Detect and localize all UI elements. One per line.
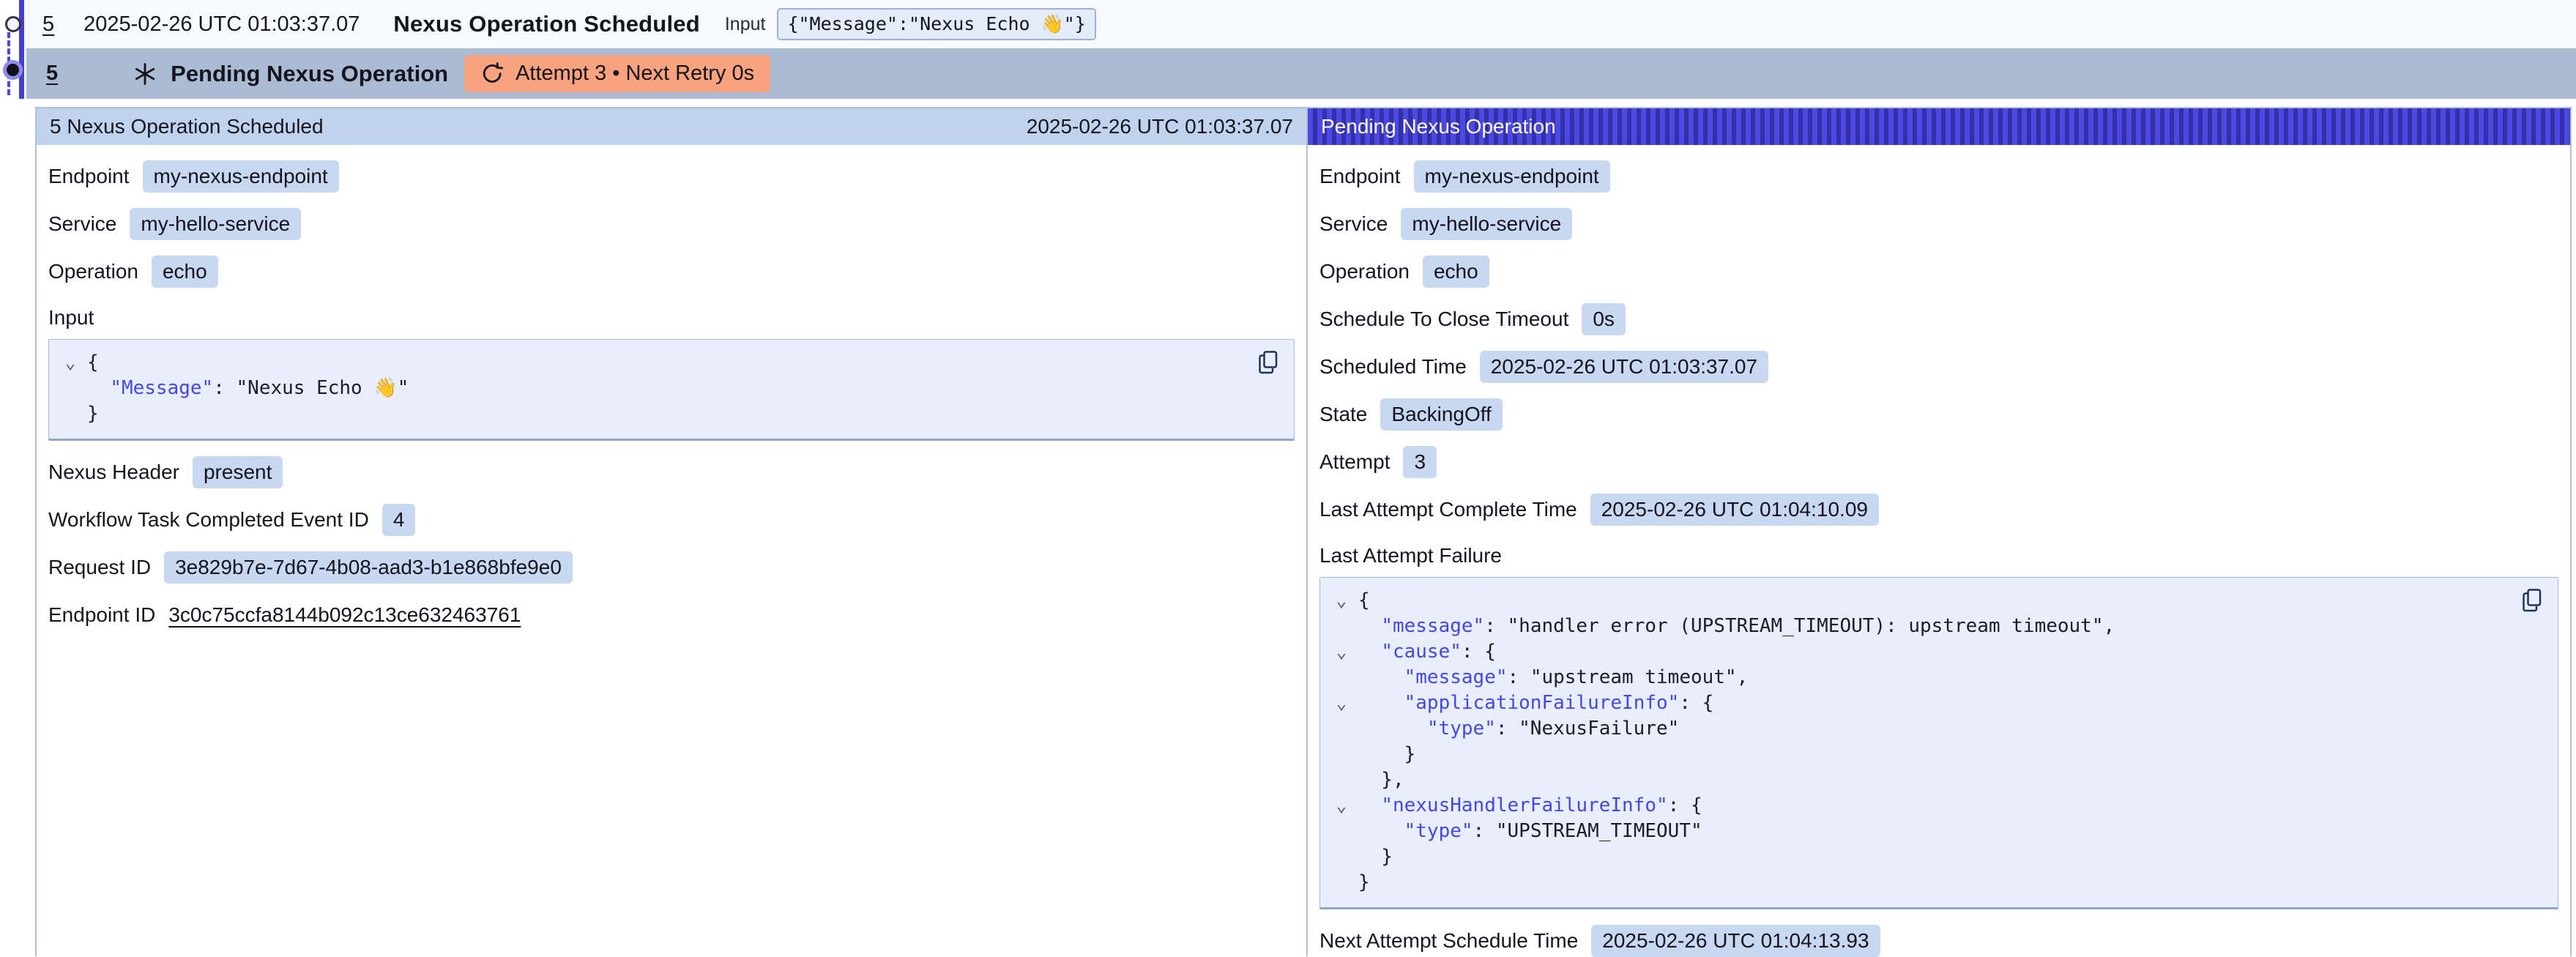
event-details-container: 5 Nexus Operation Scheduled 2025-02-26 U… bbox=[35, 107, 2572, 956]
event-title: Nexus Operation Scheduled bbox=[393, 11, 699, 37]
copy-button[interactable] bbox=[2518, 587, 2546, 616]
field-value: present bbox=[193, 456, 283, 488]
detail-row: Next Attempt Schedule Time 2025-02-26 UT… bbox=[1319, 925, 2558, 957]
copy-button[interactable] bbox=[1254, 349, 1282, 378]
event-row-pending-nexus-operation[interactable]: 5 Pending Nexus Operation Attempt 3 • Ne… bbox=[26, 48, 2576, 99]
event-timestamp: 2025-02-26 UTC 01:03:37.07 bbox=[83, 12, 360, 37]
detail-row: Endpoint my-nexus-endpoint bbox=[1319, 160, 2558, 193]
retry-icon bbox=[480, 62, 504, 86]
field-label: Request ID bbox=[48, 556, 151, 579]
field-label: Endpoint bbox=[1319, 165, 1401, 188]
event-input-preview-chip: {"Message":"Nexus Echo 👋"} bbox=[777, 8, 1095, 40]
field-label: Nexus Header bbox=[48, 461, 179, 484]
detail-row: Endpoint my-nexus-endpoint bbox=[48, 160, 1295, 193]
panel-nexus-operation-scheduled: 5 Nexus Operation Scheduled 2025-02-26 U… bbox=[37, 108, 1308, 956]
left-fields-bottom: Nexus Header present Workflow Task Compl… bbox=[37, 456, 1306, 631]
detail-row: Scheduled Time 2025-02-26 UTC 01:03:37.0… bbox=[1319, 351, 2558, 383]
field-label: Schedule To Close Timeout bbox=[1319, 308, 1568, 331]
retry-badge-label: Attempt 3 • Next Retry 0s bbox=[515, 62, 754, 86]
field-value[interactable]: 3c0c75ccfa8144b092c13ce632463761 bbox=[168, 599, 521, 631]
right-panel-header: Pending Nexus Operation bbox=[1308, 108, 2570, 145]
timeline-selection-bar bbox=[19, 0, 24, 99]
field-value: 2025-02-26 UTC 01:04:10.09 bbox=[1590, 494, 1879, 526]
field-value: 3e829b7e-7d67-4b08-aad3-b1e868bfe9e0 bbox=[164, 551, 573, 584]
timeline-pending-marker-icon bbox=[7, 64, 19, 76]
detail-row: Nexus Header present bbox=[48, 456, 1295, 488]
detail-row: Request ID 3e829b7e-7d67-4b08-aad3-b1e86… bbox=[48, 551, 1295, 584]
field-value: BackingOff bbox=[1380, 398, 1502, 431]
detail-row: Service my-hello-service bbox=[48, 208, 1295, 240]
event-id-link[interactable]: 5 bbox=[42, 12, 54, 37]
field-value: 0s bbox=[1582, 303, 1626, 335]
field-label: Operation bbox=[48, 260, 138, 283]
left-panel-header: 5 Nexus Operation Scheduled 2025-02-26 U… bbox=[37, 108, 1306, 145]
detail-row: State BackingOff bbox=[1319, 398, 2558, 431]
left-panel-timestamp: 2025-02-26 UTC 01:03:37.07 bbox=[1027, 115, 1293, 138]
timeline-event-marker-icon bbox=[5, 16, 21, 32]
pending-asterisk-icon bbox=[133, 62, 157, 86]
failure-code-block: ⌄{ "message": "handler error (UPSTREAM_T… bbox=[1319, 577, 2558, 909]
field-label: Attempt bbox=[1319, 450, 1390, 474]
right-fields-bottom: Next Attempt Schedule Time 2025-02-26 UT… bbox=[1308, 925, 2570, 957]
field-value: my-hello-service bbox=[1401, 208, 1572, 240]
left-fields-top: Endpoint my-nexus-endpoint Service my-he… bbox=[37, 160, 1306, 288]
retry-status-badge: Attempt 3 • Next Retry 0s bbox=[464, 55, 770, 92]
event-input-label: Input bbox=[725, 14, 766, 35]
collapse-chevron-icon[interactable]: ⌄ bbox=[1325, 588, 1358, 614]
field-value: my-nexus-endpoint bbox=[1414, 160, 1610, 193]
field-label: Operation bbox=[1319, 260, 1410, 283]
collapse-chevron-icon[interactable]: ⌄ bbox=[1325, 639, 1358, 665]
detail-row: Schedule To Close Timeout 0s bbox=[1319, 303, 2558, 335]
field-value: echo bbox=[1423, 256, 1489, 288]
input-section-label: Input bbox=[48, 306, 1295, 329]
field-value: my-hello-service bbox=[130, 208, 301, 240]
collapse-chevron-icon[interactable]: ⌄ bbox=[53, 350, 87, 376]
detail-row: Operation echo bbox=[1319, 256, 2558, 288]
app: { "colors": { "pending_row_bg": "#acbbd4… bbox=[0, 0, 2576, 956]
detail-row: Service my-hello-service bbox=[1319, 208, 2558, 240]
field-label: Scheduled Time bbox=[1319, 355, 1467, 379]
failure-section-label: Last Attempt Failure bbox=[1319, 544, 2558, 567]
detail-row: Operation echo bbox=[48, 256, 1295, 288]
detail-row: Endpoint ID 3c0c75ccfa8144b092c13ce63246… bbox=[48, 599, 1295, 631]
panel-pending-nexus-operation: Pending Nexus Operation Endpoint my-nexu… bbox=[1308, 108, 2570, 956]
field-value: 2025-02-26 UTC 01:03:37.07 bbox=[1480, 351, 1768, 383]
event-id-link[interactable]: 5 bbox=[46, 62, 58, 86]
left-panel-title: 5 Nexus Operation Scheduled bbox=[50, 115, 324, 138]
field-label: State bbox=[1319, 403, 1367, 426]
detail-row: Last Attempt Complete Time 2025-02-26 UT… bbox=[1319, 494, 2558, 526]
field-label: Endpoint bbox=[48, 165, 130, 188]
field-label: Endpoint ID bbox=[48, 603, 155, 627]
field-value: my-nexus-endpoint bbox=[143, 160, 339, 193]
field-value: echo bbox=[152, 256, 218, 288]
input-code-block: ⌄{ "Message": "Nexus Echo 👋"} bbox=[48, 339, 1295, 441]
field-label: Service bbox=[48, 212, 116, 236]
detail-row: Workflow Task Completed Event ID 4 bbox=[48, 504, 1295, 536]
right-fields-top: Endpoint my-nexus-endpoint Service my-he… bbox=[1308, 160, 2570, 526]
field-label: Next Attempt Schedule Time bbox=[1319, 929, 1578, 953]
copy-icon bbox=[2519, 587, 2545, 614]
field-value: 4 bbox=[382, 504, 416, 536]
field-value: 2025-02-26 UTC 01:04:13.93 bbox=[1591, 925, 1880, 957]
detail-row: Attempt 3 bbox=[1319, 446, 2558, 478]
right-panel-title: Pending Nexus Operation bbox=[1321, 115, 1556, 138]
field-value: 3 bbox=[1403, 446, 1437, 478]
copy-icon bbox=[1255, 349, 1281, 376]
collapse-chevron-icon[interactable]: ⌄ bbox=[1325, 793, 1358, 819]
field-label: Workflow Task Completed Event ID bbox=[48, 508, 369, 532]
event-row-nexus-operation-scheduled[interactable]: 5 2025-02-26 UTC 01:03:37.07 Nexus Opera… bbox=[26, 0, 2576, 48]
collapse-chevron-icon[interactable]: ⌄ bbox=[1325, 690, 1358, 716]
pending-event-title: Pending Nexus Operation bbox=[171, 61, 448, 87]
field-label: Service bbox=[1319, 212, 1388, 236]
field-label: Last Attempt Complete Time bbox=[1319, 498, 1577, 521]
